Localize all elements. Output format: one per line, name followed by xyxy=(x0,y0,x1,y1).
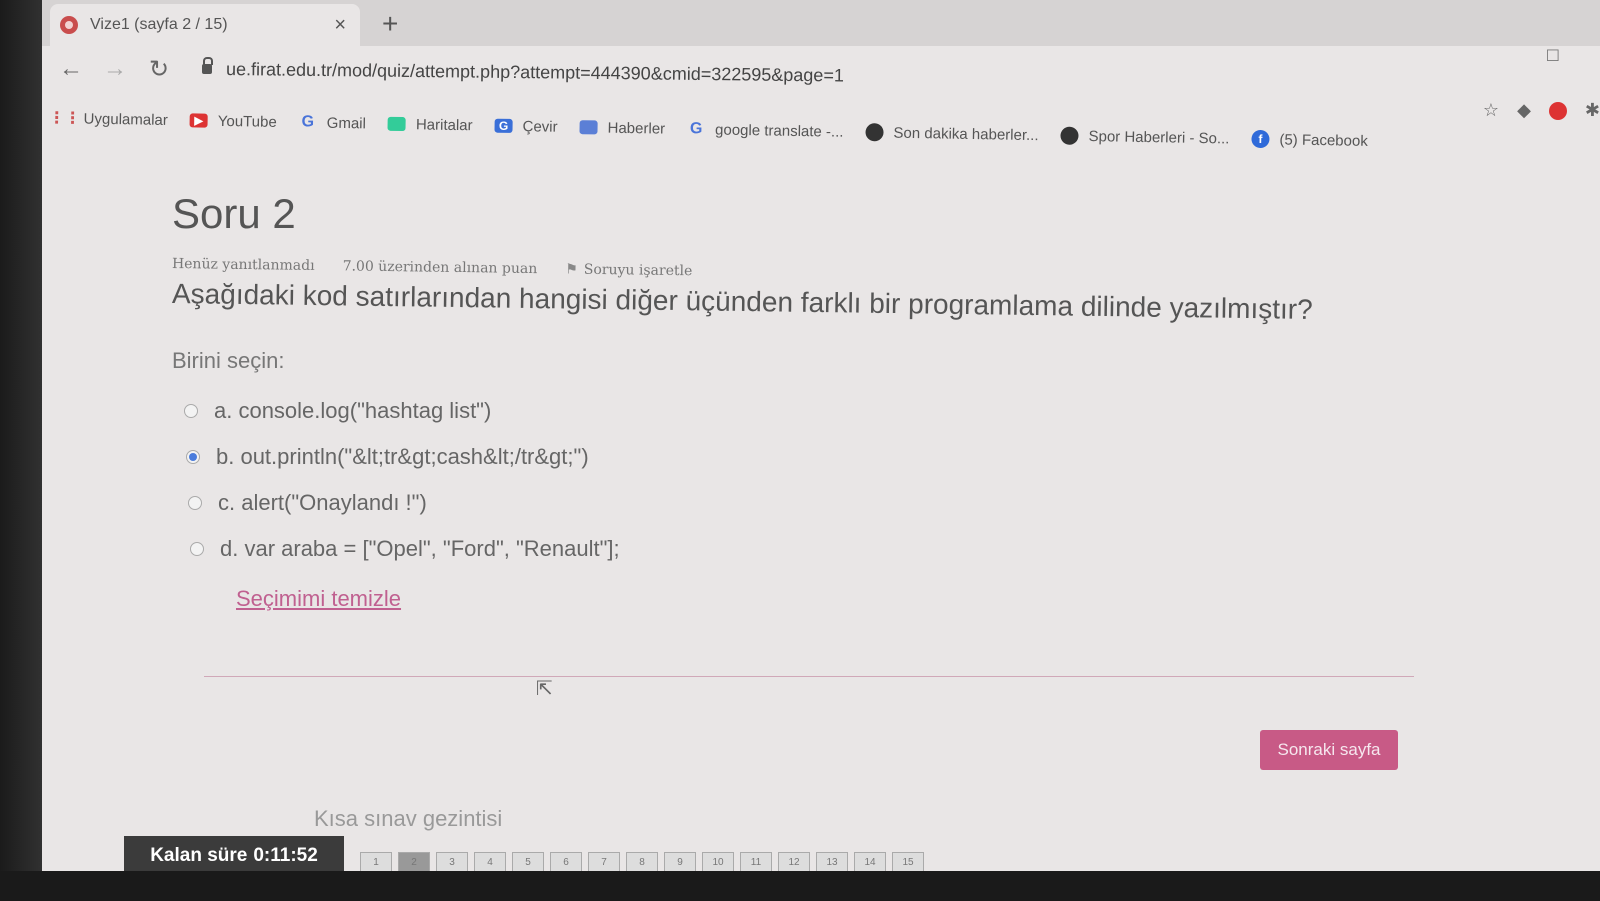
adblock-icon[interactable] xyxy=(1548,101,1567,120)
monitor-bezel-bottom xyxy=(0,871,1600,901)
bookmark-apps[interactable]: ⋮⋮ Uygulamalar xyxy=(48,109,168,129)
apps-icon: ⋮⋮ xyxy=(48,109,81,128)
question-nav-button[interactable]: 4 xyxy=(474,852,506,872)
question-nav-button[interactable]: 10 xyxy=(702,852,734,872)
back-icon[interactable]: ← xyxy=(56,55,86,83)
close-tab-icon[interactable]: × xyxy=(334,14,346,37)
radio-button[interactable] xyxy=(190,542,204,556)
url-field[interactable]: ue.firat.edu.tr/mod/quiz/attempt.php?att… xyxy=(226,59,844,86)
radio-button[interactable] xyxy=(184,404,198,418)
question-nav-button[interactable]: 7 xyxy=(588,852,620,872)
time-remaining: Kalan süre 0:11:52 xyxy=(124,836,344,876)
bookmark-label: Son dakika haberler... xyxy=(893,124,1039,144)
extension-icon[interactable]: ◆ xyxy=(1517,100,1531,121)
maps-icon xyxy=(387,116,407,132)
next-page-button[interactable]: Sonraki sayfa xyxy=(1260,730,1398,770)
extension-icons: ☆ ◆ ✱ xyxy=(1483,100,1600,121)
question-nav-button[interactable]: 14 xyxy=(854,852,886,872)
option-d[interactable]: d. var araba = ["Opel", "Ford", "Renault… xyxy=(178,526,1472,572)
divider xyxy=(204,676,1414,677)
mouse-cursor-icon: ⇱ xyxy=(536,678,553,700)
question-navigation: 1 2 3 4 5 6 7 8 9 10 11 12 13 14 15 xyxy=(360,852,924,872)
flag-icon: ⚑ xyxy=(565,261,578,278)
bookmark-google-translate[interactable]: Ggoogle translate -... xyxy=(687,120,844,141)
facebook-icon: f xyxy=(1251,129,1270,149)
bookmarks-bar: ⋮⋮ Uygulamalar ▶ YouTube G Gmail Haritalar … xyxy=(48,98,1435,162)
bookmark-son-dakika[interactable]: Son dakika haberler... xyxy=(865,123,1039,144)
browser-tab[interactable]: Vize1 (sayfa 2 / 15) × xyxy=(50,4,360,46)
bookmark-news[interactable]: Haberler xyxy=(579,119,665,137)
option-label: b. out.println("&lt;tr&gt;cash&lt;/tr&gt… xyxy=(216,444,589,469)
question-nav-button[interactable]: 12 xyxy=(778,852,810,872)
option-label: a. console.log("hashtag list") xyxy=(214,398,492,423)
question-nav-button[interactable]: 6 xyxy=(550,852,582,872)
bookmark-maps[interactable]: Haritalar xyxy=(387,115,473,134)
answer-options: a. console.log("hashtag list") b. out.pr… xyxy=(172,388,1472,572)
radio-button[interactable] xyxy=(188,496,202,510)
bookmark-gmail[interactable]: G Gmail xyxy=(299,113,367,132)
question-status: Henüz yanıtlanmadı xyxy=(171,256,315,274)
question-nav-button[interactable]: 5 xyxy=(512,852,544,872)
bookmark-label: google translate -... xyxy=(714,121,844,141)
question-nav-button[interactable]: 15 xyxy=(892,852,924,872)
flag-label: Soruyu işaretle xyxy=(583,261,693,280)
question-nav-button[interactable]: 11 xyxy=(740,852,772,872)
bookmark-label: Uygulamalar xyxy=(83,109,168,129)
maximize-icon[interactable]: ☐ xyxy=(1546,46,1560,66)
option-c[interactable]: c. alert("Onaylandı !") xyxy=(176,480,1472,526)
browser-window: Vize1 (sayfa 2 / 15) × + ← → ↻ ue.firat.… xyxy=(42,0,1600,876)
google-icon: G xyxy=(689,120,703,138)
option-label: c. alert("Onaylandı !") xyxy=(218,490,427,515)
bookmark-label: Gmail xyxy=(326,114,367,132)
question-title: Soru 2 xyxy=(172,190,296,237)
bookmark-youtube[interactable]: ▶ YouTube xyxy=(189,112,277,131)
question-nav-button[interactable]: 9 xyxy=(664,852,696,872)
radio-button[interactable] xyxy=(186,450,200,464)
quiz-navigation-heading: Kısa sınav gezintisi xyxy=(314,806,503,831)
question-nav-button[interactable]: 2 xyxy=(398,852,430,872)
site-icon xyxy=(865,123,884,142)
bookmark-label: Haritalar xyxy=(415,115,473,134)
bookmark-label: (5) Facebook xyxy=(1279,130,1368,150)
option-label: d. var araba = ["Opel", "Ford", "Renault… xyxy=(220,536,620,561)
site-favicon-icon xyxy=(60,16,78,34)
question-content: Soru 2 Henüz yanıtlanmadı 7.00 üzerinden… xyxy=(172,190,1472,612)
bookmark-label: Spor Haberleri - So... xyxy=(1088,127,1230,147)
puzzle-icon[interactable]: ✱ xyxy=(1585,100,1600,121)
option-b[interactable]: b. out.println("&lt;tr&gt;cash&lt;/tr&gt… xyxy=(174,434,1472,480)
forward-icon[interactable]: → xyxy=(100,55,130,83)
bookmark-facebook[interactable]: f (5) Facebook xyxy=(1251,129,1368,150)
question-nav-button[interactable]: 3 xyxy=(436,852,468,872)
question-nav-button[interactable]: 13 xyxy=(816,852,848,872)
star-icon[interactable]: ☆ xyxy=(1483,100,1499,121)
flag-question-link[interactable]: ⚑ Soruyu işaretle xyxy=(565,261,692,279)
youtube-icon: ▶ xyxy=(189,113,208,128)
lock-icon xyxy=(202,57,213,74)
system-tray xyxy=(1540,700,1600,870)
choose-prompt: Birini seçin: xyxy=(172,348,285,373)
google-icon: G xyxy=(301,113,315,131)
translate-icon: G xyxy=(494,118,513,133)
question-nav-button[interactable]: 8 xyxy=(626,852,658,872)
address-bar-row: ← → ↻ ue.firat.edu.tr/mod/quiz/attempt.p… xyxy=(42,46,1600,92)
question-nav-button[interactable]: 1 xyxy=(360,852,392,872)
new-tab-button[interactable]: + xyxy=(382,8,398,40)
reload-icon[interactable]: ↻ xyxy=(144,55,174,84)
bookmark-label: Haberler xyxy=(607,119,666,138)
timer-value: 0:11:52 xyxy=(253,845,318,866)
tab-title: Vize1 (sayfa 2 / 15) xyxy=(90,16,228,33)
tab-bar: Vize1 (sayfa 2 / 15) × + xyxy=(42,0,1600,46)
clear-selection-link[interactable]: Seçimimi temizle xyxy=(236,586,401,612)
bookmark-label: YouTube xyxy=(217,112,277,131)
question-points: 7.00 üzerinden alınan puan xyxy=(342,258,538,278)
bookmark-label: Çevir xyxy=(522,117,558,136)
timer-label: Kalan süre xyxy=(150,845,248,866)
bookmark-spor[interactable]: Spor Haberleri - So... xyxy=(1060,126,1230,148)
bookmark-translate[interactable]: G Çevir xyxy=(494,117,558,136)
news-icon xyxy=(579,120,598,135)
site-icon xyxy=(1060,126,1079,145)
option-a[interactable]: a. console.log("hashtag list") xyxy=(172,388,1472,434)
